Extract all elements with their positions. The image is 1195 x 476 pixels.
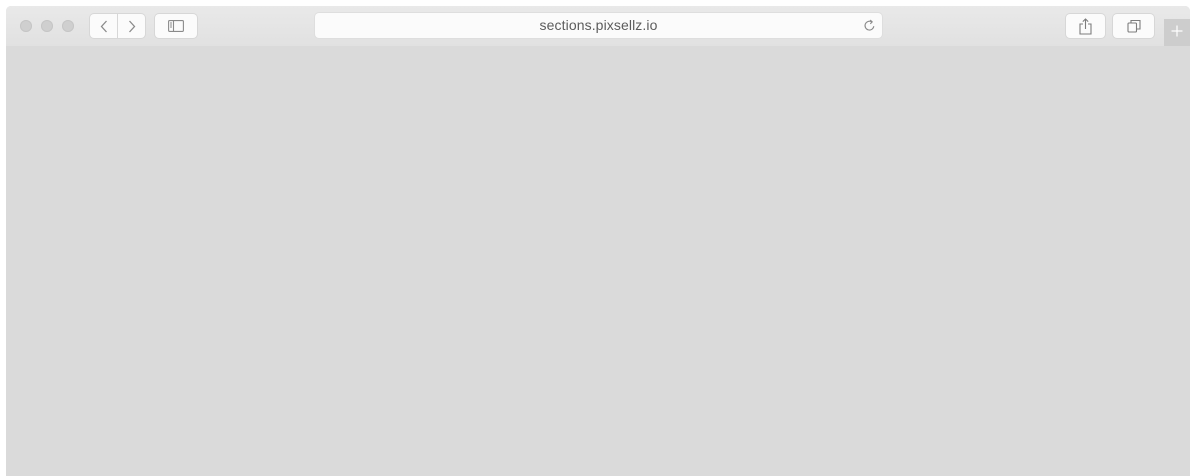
share-button[interactable]	[1066, 14, 1105, 38]
url-text[interactable]: sections.pixsellz.io	[315, 13, 882, 38]
chevron-right-icon	[128, 20, 136, 33]
sidebar-toggle-button[interactable]	[155, 14, 197, 38]
zoom-window-button[interactable]	[62, 20, 74, 32]
browser-toolbar: sections.pixsellz.io	[6, 6, 1190, 46]
chevron-left-icon	[100, 20, 108, 33]
address-bar[interactable]: sections.pixsellz.io	[315, 13, 882, 38]
plus-icon	[1171, 24, 1183, 42]
browser-window: sections.pixsellz.io	[6, 6, 1190, 476]
sidebar-icon	[168, 20, 184, 32]
tabs-icon	[1126, 19, 1141, 33]
share-icon	[1079, 17, 1092, 35]
forward-button[interactable]	[118, 14, 145, 38]
show-tabs-button[interactable]	[1113, 14, 1154, 38]
back-button[interactable]	[90, 14, 117, 38]
minimize-window-button[interactable]	[41, 20, 53, 32]
new-tab-button[interactable]	[1164, 19, 1190, 46]
reload-icon[interactable]	[863, 19, 876, 37]
close-window-button[interactable]	[20, 20, 32, 32]
page-content-area	[6, 46, 1190, 476]
